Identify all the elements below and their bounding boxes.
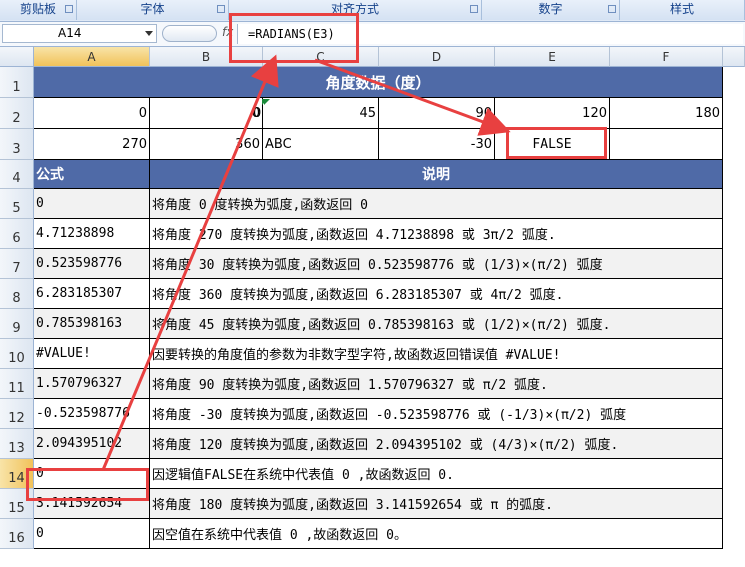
ribbon-group-clipboard[interactable]: 剪贴板	[0, 0, 77, 20]
row-header-1[interactable]: 1	[0, 67, 34, 98]
row-header-3[interactable]: 3	[0, 129, 34, 160]
dialog-launcher-icon[interactable]	[65, 5, 73, 13]
ribbon-group-label: 样式	[669, 2, 694, 16]
cell-e3-highlight-box	[506, 127, 607, 159]
row-header-8[interactable]: 8	[0, 279, 34, 309]
select-all-corner[interactable]	[0, 47, 34, 67]
result-cell[interactable]: 1.570796327	[34, 369, 150, 399]
name-box[interactable]: A14	[2, 24, 157, 43]
ribbon-group-number[interactable]: 数字	[482, 0, 620, 20]
table-title[interactable]: 角度数据（度）	[34, 67, 723, 98]
result-cell[interactable]: 0.785398163	[34, 309, 150, 339]
data-cell[interactable]: 180	[610, 98, 723, 129]
result-cell[interactable]: 2.094395102	[34, 429, 150, 459]
row-header-16[interactable]: 16	[0, 519, 34, 549]
result-cell[interactable]: #VALUE!	[34, 339, 150, 369]
data-cell[interactable]: 0	[150, 98, 263, 129]
row-header-13[interactable]: 13	[0, 429, 34, 459]
data-cell[interactable]: ABC	[263, 129, 379, 160]
data-cell[interactable]: 270	[34, 129, 150, 160]
column-header-e[interactable]: E	[495, 47, 610, 67]
description-column-header[interactable]: 说明	[150, 160, 723, 189]
row-header-10[interactable]: 10	[0, 339, 34, 369]
formula-column-header[interactable]: 公式	[34, 160, 150, 189]
cell-a14-highlight-box	[26, 468, 149, 501]
description-cell[interactable]: 将角度 0 度转换为弧度,函数返回 0	[150, 189, 723, 219]
row-header-2[interactable]: 2	[0, 98, 34, 129]
data-cell[interactable]: 360	[150, 129, 263, 160]
data-cell[interactable]: 90	[379, 98, 495, 129]
ribbon-group-label: 剪贴板	[19, 2, 56, 16]
row-header-11[interactable]: 11	[0, 369, 34, 399]
description-cell[interactable]: 将角度 90 度转换为弧度,函数返回 1.570796327 或 π/2 弧度.	[150, 369, 723, 399]
column-header-g[interactable]	[723, 47, 745, 67]
description-cell[interactable]: 将角度 180 度转换为弧度,函数返回 3.141592654 或 π 的弧度.	[150, 489, 723, 519]
name-box-value: A14	[58, 26, 82, 40]
description-cell[interactable]: 因逻辑值FALSE在系统中代表值 0 ,故函数返回 0.	[150, 459, 723, 489]
dialog-launcher-icon[interactable]	[608, 5, 616, 13]
description-cell[interactable]: 将角度 45 度转换为弧度,函数返回 0.785398163 或 (1/2)×(…	[150, 309, 723, 339]
row-header-5[interactable]: 5	[0, 189, 34, 219]
description-cell[interactable]: 将角度 120 度转换为弧度,函数返回 2.094395102 或 (4/3)×…	[150, 429, 723, 459]
row-header-7[interactable]: 7	[0, 249, 34, 279]
row-header-4[interactable]: 4	[0, 160, 34, 189]
ribbon-group-styles[interactable]: 样式	[620, 0, 745, 20]
result-cell[interactable]: 0.523598776	[34, 249, 150, 279]
column-header-d[interactable]: D	[379, 47, 495, 67]
column-header-f[interactable]: F	[610, 47, 723, 67]
description-cell[interactable]: 将角度 270 度转换为弧度,函数返回 4.71238898 或 3π/2 弧度…	[150, 219, 723, 249]
row-header-12[interactable]: 12	[0, 399, 34, 429]
column-header-a[interactable]: A	[34, 47, 150, 67]
result-cell[interactable]: -0.523598776	[34, 399, 150, 429]
data-cell[interactable]: 45	[263, 98, 379, 129]
row-header-9[interactable]: 9	[0, 309, 34, 339]
ribbon-group-label: 字体	[140, 2, 165, 16]
result-cell[interactable]: 0	[34, 189, 150, 219]
formula-bar-expand-button[interactable]	[162, 25, 217, 42]
chevron-down-icon[interactable]	[145, 31, 153, 36]
row-header-6[interactable]: 6	[0, 219, 34, 249]
data-cell[interactable]: 0	[34, 98, 150, 129]
ribbon-group-font[interactable]: 字体	[77, 0, 229, 20]
description-cell[interactable]: 因空值在系统中代表值 0 ,故函数返回 0。	[150, 519, 723, 549]
description-cell[interactable]: 将角度 360 度转换为弧度,函数返回 6.283185307 或 4π/2 弧…	[150, 279, 723, 309]
dialog-launcher-icon[interactable]	[217, 5, 225, 13]
dialog-launcher-icon[interactable]	[470, 5, 478, 13]
error-indicator-icon	[264, 99, 270, 105]
result-cell[interactable]: 6.283185307	[34, 279, 150, 309]
ribbon: 剪贴板 字体 对齐方式 数字 样式	[0, 0, 745, 22]
description-cell[interactable]: 将角度 -30 度转换为弧度,函数返回 -0.523598776 或 (-1/3…	[150, 399, 723, 429]
empty-cell-f3[interactable]	[610, 129, 723, 160]
data-cell[interactable]: -30	[379, 129, 495, 160]
data-cell[interactable]: 120	[495, 98, 610, 129]
result-cell[interactable]: 4.71238898	[34, 219, 150, 249]
description-cell[interactable]: 将角度 30 度转换为弧度,函数返回 0.523598776 或 (1/3)×(…	[150, 249, 723, 279]
formula-highlight-box	[229, 13, 359, 63]
result-cell[interactable]: 0	[34, 519, 150, 549]
ribbon-group-label: 数字	[538, 2, 563, 16]
formula-bar: A14 fx =RADIANS(E3)	[0, 22, 745, 47]
description-cell[interactable]: 因要转换的角度值的参数为非数字型字符,故函数返回错误值 #VALUE!	[150, 339, 723, 369]
